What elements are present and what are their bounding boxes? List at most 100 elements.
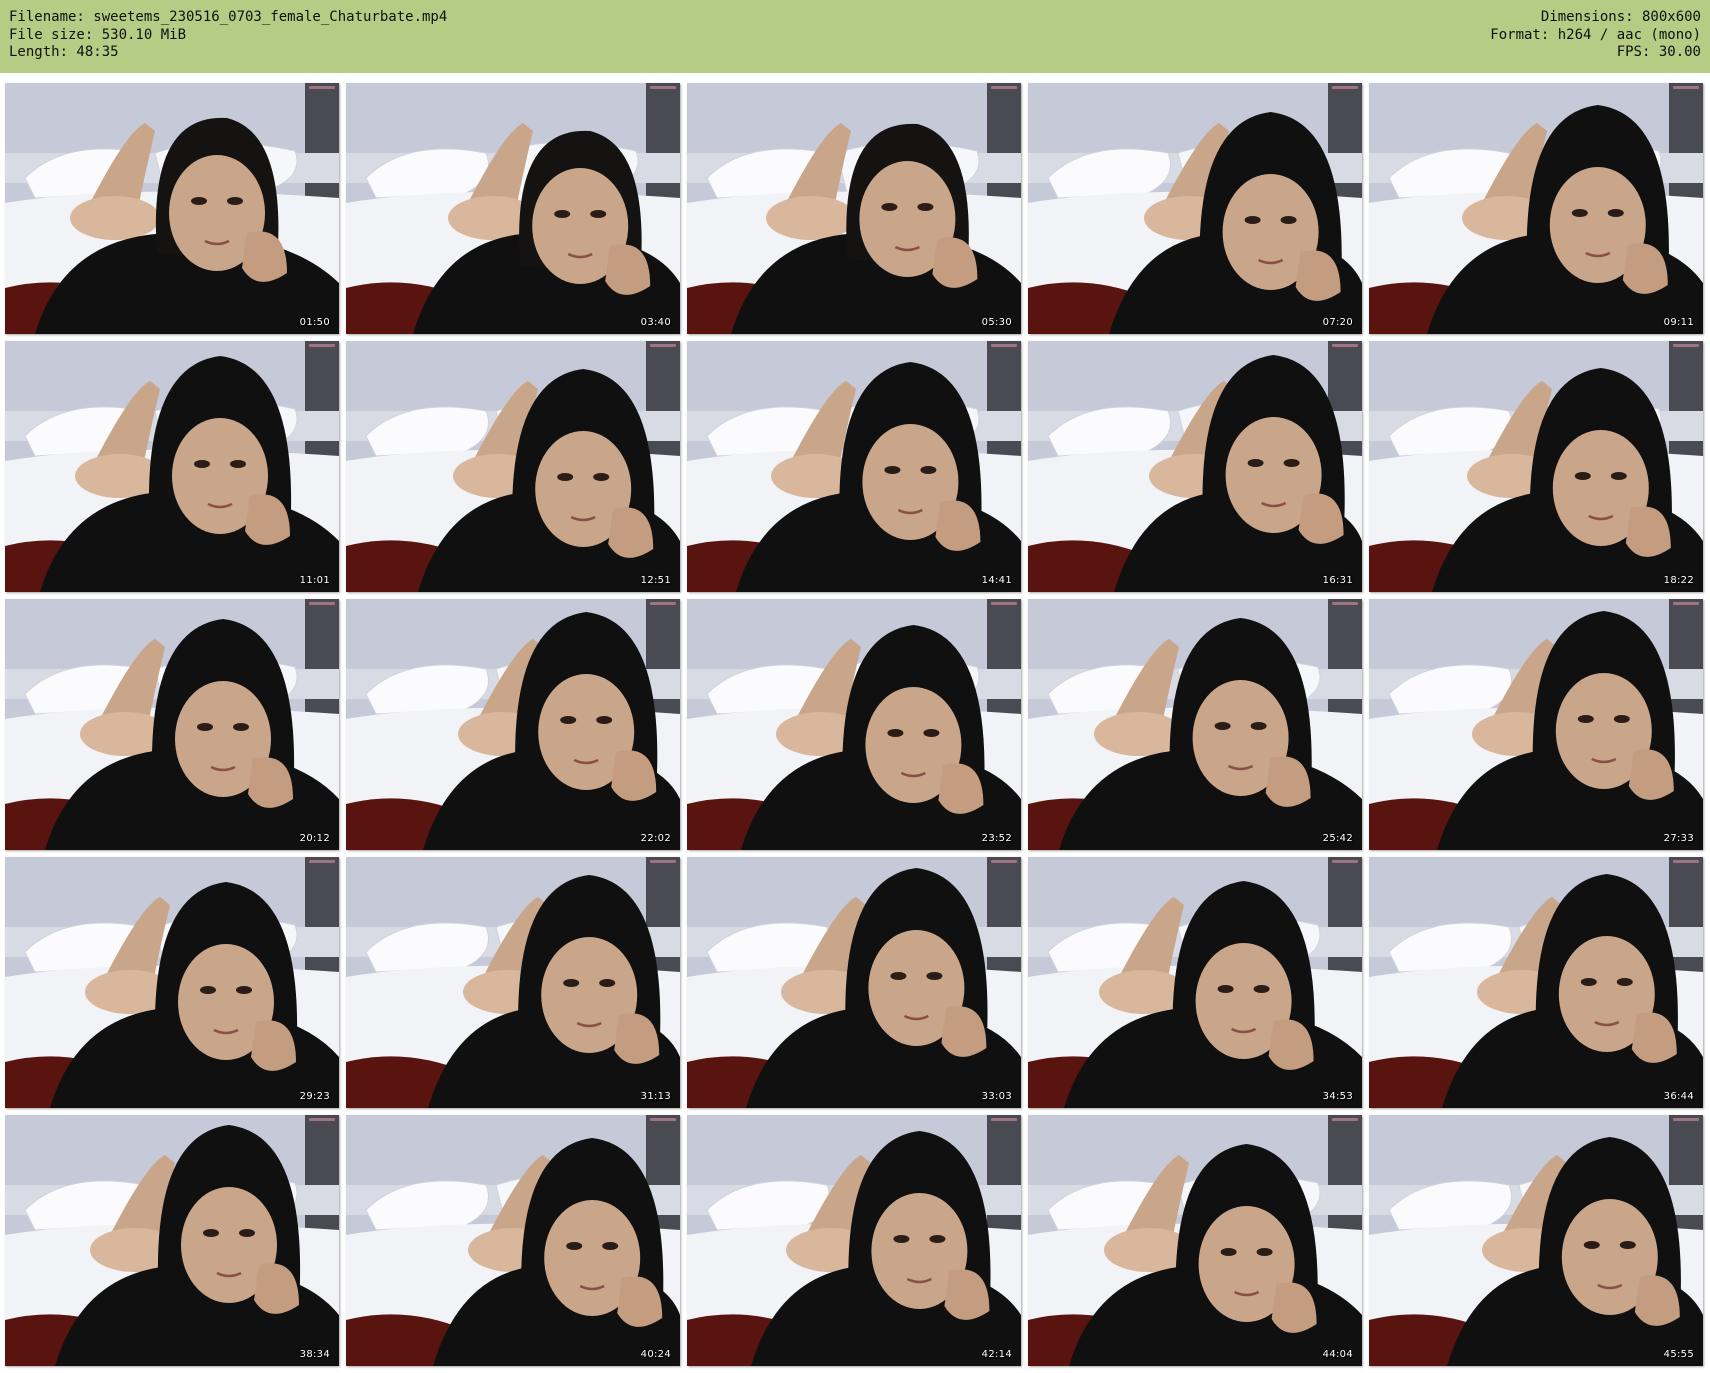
- video-thumbnail[interactable]: 25:42: [1028, 599, 1362, 850]
- length-label: Length: 48:35: [9, 44, 119, 60]
- frame-image: [1028, 857, 1362, 1108]
- timestamp-label: 40:24: [640, 1349, 671, 1360]
- eye-right: [923, 729, 940, 737]
- eye-left: [1244, 216, 1261, 224]
- eye-right: [1610, 472, 1627, 480]
- timestamp-label: 31:13: [640, 1091, 671, 1102]
- timestamp-label: 20:12: [299, 833, 330, 844]
- eye-left: [563, 979, 580, 987]
- frame-image: [1028, 341, 1362, 592]
- eye-right: [1607, 209, 1624, 217]
- watermark-mark: [991, 1118, 1017, 1121]
- timestamp-label: 38:34: [299, 1349, 330, 1360]
- filesize-label: File size: 530.10 MiB: [9, 26, 187, 43]
- eye-right: [1613, 715, 1630, 723]
- eye-left: [566, 1242, 583, 1250]
- timestamp-label: 03:40: [640, 317, 671, 328]
- video-thumbnail[interactable]: 29:23: [5, 857, 339, 1108]
- timestamp-label: 07:20: [1322, 317, 1353, 328]
- eye-left: [557, 473, 574, 481]
- timestamp-label: 42:14: [981, 1349, 1012, 1360]
- video-thumbnail[interactable]: 18:22: [1369, 341, 1703, 592]
- video-thumbnail[interactable]: 05:30: [687, 83, 1021, 334]
- video-thumbnail[interactable]: 34:53: [1028, 857, 1362, 1108]
- eye-left: [887, 729, 904, 737]
- watermark-mark: [650, 1118, 676, 1121]
- frame-image: [346, 599, 680, 850]
- video-thumbnail[interactable]: 33:03: [687, 857, 1021, 1108]
- eye-left: [197, 723, 213, 731]
- frame-image: [5, 1115, 339, 1366]
- metadata-header: Filename: sweetems_230516_0703_female_Ch…: [0, 0, 1710, 73]
- timestamp-label: 45:55: [1663, 1349, 1694, 1360]
- video-thumbnail[interactable]: 14:41: [687, 341, 1021, 592]
- frame-image: [5, 83, 339, 334]
- eye-right: [1280, 216, 1297, 224]
- watermark-mark: [1673, 86, 1699, 89]
- eye-right: [1250, 722, 1267, 730]
- watermark-mark: [650, 86, 676, 89]
- video-thumbnail[interactable]: 22:02: [346, 599, 680, 850]
- eye-right: [1616, 978, 1633, 986]
- video-thumbnail[interactable]: 16:31: [1028, 341, 1362, 592]
- eye-right: [236, 986, 252, 994]
- eye-left: [203, 1229, 219, 1237]
- video-thumbnail[interactable]: 36:44: [1369, 857, 1703, 1108]
- video-thumbnail[interactable]: 09:11: [1369, 83, 1703, 334]
- frame-image: [1369, 341, 1703, 592]
- frame-image: [687, 857, 1021, 1108]
- eye-right: [926, 972, 943, 980]
- video-thumbnail[interactable]: 45:55: [1369, 1115, 1703, 1366]
- watermark-mark: [309, 860, 335, 863]
- timestamp-label: 12:51: [640, 575, 671, 586]
- watermark-mark: [650, 344, 676, 347]
- video-thumbnail[interactable]: 03:40: [346, 83, 680, 334]
- watermark-mark: [1673, 344, 1699, 347]
- watermark-mark: [1332, 344, 1358, 347]
- video-thumbnail[interactable]: 01:50: [5, 83, 339, 334]
- eye-left: [890, 972, 907, 980]
- video-thumbnail[interactable]: 12:51: [346, 341, 680, 592]
- timestamp-label: 16:31: [1322, 575, 1353, 586]
- timestamp-label: 23:52: [981, 833, 1012, 844]
- video-thumbnail[interactable]: 23:52: [687, 599, 1021, 850]
- timestamp-label: 01:50: [299, 317, 330, 328]
- frame-image: [5, 857, 339, 1108]
- frame-image: [346, 1115, 680, 1366]
- frame-image: [346, 341, 680, 592]
- filename-label: Filename: sweetems_230516_0703_female_Ch…: [9, 9, 448, 25]
- timestamp-label: 29:23: [299, 1091, 330, 1102]
- watermark-mark: [650, 602, 676, 605]
- timestamp-label: 18:22: [1663, 575, 1694, 586]
- watermark-mark: [991, 86, 1017, 89]
- watermark-mark: [650, 860, 676, 863]
- video-thumbnail[interactable]: 20:12: [5, 599, 339, 850]
- fps-label: FPS: 30.00: [1616, 44, 1701, 60]
- frame-image: [1028, 1115, 1362, 1366]
- frame-image: [1028, 83, 1362, 334]
- video-thumbnail[interactable]: 44:04: [1028, 1115, 1362, 1366]
- eye-left: [1217, 985, 1234, 993]
- video-thumbnail[interactable]: 42:14: [687, 1115, 1021, 1366]
- eye-left: [194, 460, 210, 468]
- video-thumbnail[interactable]: 31:13: [346, 857, 680, 1108]
- watermark-mark: [1332, 602, 1358, 605]
- watermark-mark: [1673, 860, 1699, 863]
- video-thumbnail[interactable]: 07:20: [1028, 83, 1362, 334]
- video-thumbnail[interactable]: 40:24: [346, 1115, 680, 1366]
- frame-image: [1369, 857, 1703, 1108]
- watermark-mark: [1332, 86, 1358, 89]
- eye-left: [1583, 1241, 1600, 1249]
- video-thumbnail[interactable]: 38:34: [5, 1115, 339, 1366]
- eye-right: [1619, 1241, 1636, 1249]
- frame-image: [687, 341, 1021, 592]
- video-thumbnail[interactable]: 11:01: [5, 341, 339, 592]
- frame-image: [687, 599, 1021, 850]
- frame-image: [5, 599, 339, 850]
- watermark-mark: [309, 86, 335, 89]
- video-thumbnail[interactable]: 27:33: [1369, 599, 1703, 850]
- frame-image: [1028, 599, 1362, 850]
- eye-left: [200, 986, 216, 994]
- eye-right: [1283, 459, 1300, 467]
- eye-left: [560, 716, 577, 724]
